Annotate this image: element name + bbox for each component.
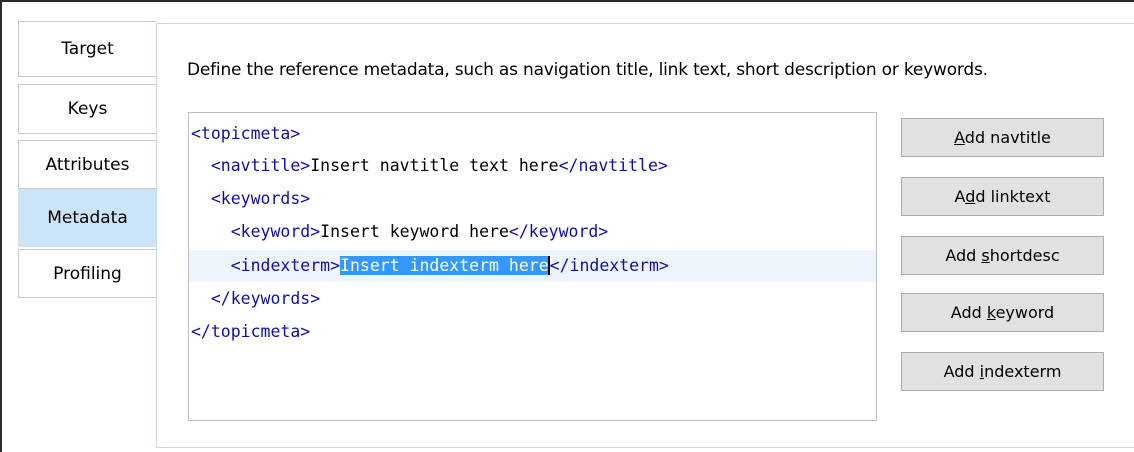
add-shortdesc-label: Add shortdesc [945,246,1060,265]
xml-tag: </topicmeta> [191,322,311,341]
xml-tag: <navtitle> [210,156,311,175]
xml-tag: <topicmeta> [191,124,301,143]
add-linktext-label: Add linktext [954,187,1051,206]
xml-text: Insert keyword here [320,222,509,241]
tab-attributes[interactable]: Attributes [18,140,156,189]
editor-current-line: <indexterm>Insert indexterm here</indext… [189,250,876,282]
editor-line: <navtitle>Insert navtitle text here</nav… [189,150,876,182]
xml-tag: </navtitle> [558,156,668,175]
tab-attributes-label: Attributes [45,154,130,175]
add-indexterm-label: Add indexterm [943,362,1062,381]
tab-profiling-label: Profiling [53,263,122,284]
panel-description: Define the reference metadata, such as n… [187,60,988,80]
add-keyword-button[interactable]: Add keyword [901,293,1104,332]
add-shortdesc-button[interactable]: Add shortdesc [901,236,1104,275]
tab-profiling[interactable]: Profiling [18,249,156,298]
add-linktext-button[interactable]: Add linktext [901,177,1104,216]
editor-line: <topicmeta> [189,118,876,150]
tab-metadata-label: Metadata [47,208,128,228]
tab-target[interactable]: Target [18,21,156,77]
xml-tag: <indexterm> [230,256,341,275]
xml-tag: </keywords> [210,289,321,308]
tab-keys[interactable]: Keys [18,84,156,134]
editor-line: </keywords> [189,283,876,315]
xml-tag: <keyword> [230,222,321,241]
add-navtitle-button[interactable]: Add navtitle [901,118,1104,157]
add-indexterm-button[interactable]: Add indexterm [901,352,1104,391]
xml-tag: <keywords> [210,189,311,208]
xml-tag: </keyword> [508,222,609,241]
xml-text: Insert navtitle text here [310,156,559,175]
add-navtitle-label: Add navtitle [954,128,1051,147]
metadata-xml-editor[interactable]: <topicmeta> <navtitle>Insert navtitle te… [188,112,877,421]
editor-line: <keyword>Insert keyword here</keyword> [189,216,876,248]
tab-target-label: Target [61,39,114,59]
editor-line: <keywords> [189,183,876,215]
tab-keys-label: Keys [67,99,108,119]
xml-tag: </indexterm> [547,256,669,275]
selected-text: Insert indexterm here [340,256,549,275]
editor-line: </topicmeta> [189,316,876,348]
tab-metadata[interactable]: Metadata [18,189,156,247]
add-keyword-label: Add keyword [950,303,1055,322]
